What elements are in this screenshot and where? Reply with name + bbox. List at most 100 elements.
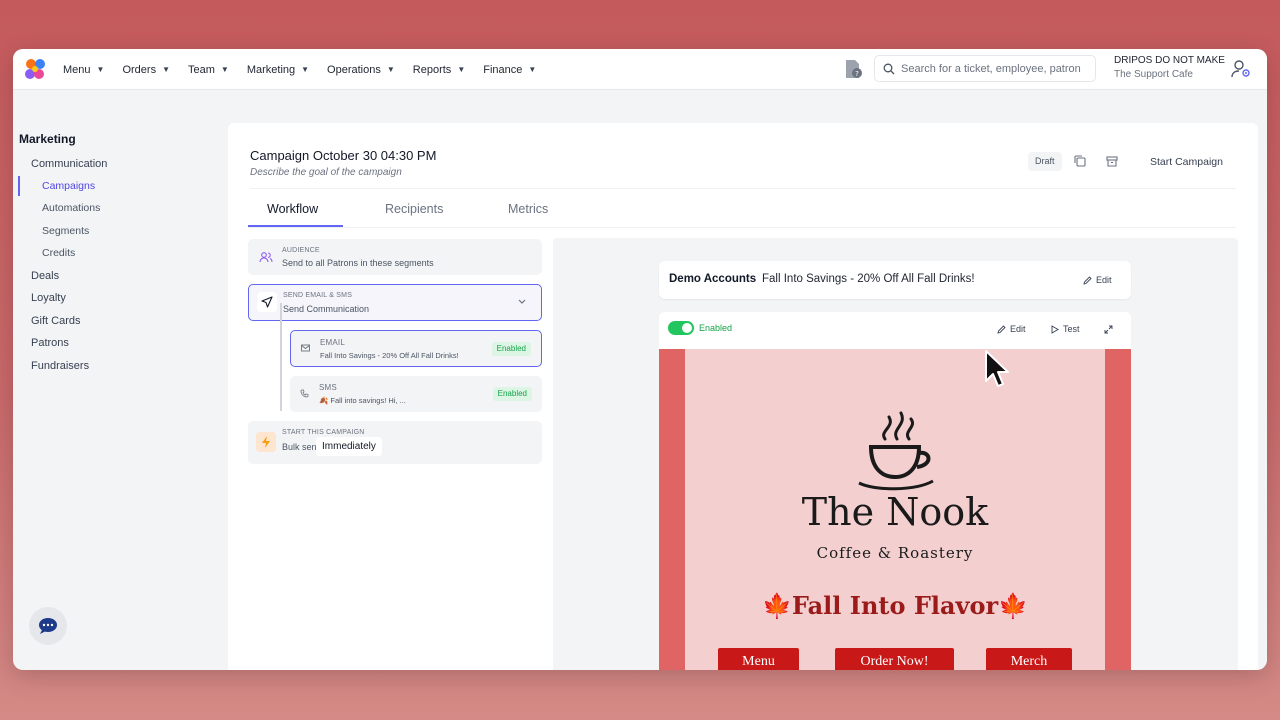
send-value: Send Communication: [283, 304, 370, 314]
sidebar-item-communication[interactable]: Communication: [31, 158, 107, 170]
send-label: SEND EMAIL & SMS: [283, 292, 353, 299]
status-badge: Draft: [1028, 152, 1062, 171]
order-now-cta-button[interactable]: Order Now!: [835, 648, 954, 670]
copy-icon[interactable]: [1073, 154, 1087, 168]
expand-icon[interactable]: [1104, 325, 1113, 334]
sms-label: SMS: [319, 383, 337, 392]
brand-name: The Nook: [801, 490, 989, 534]
chevron-down-icon: ▼: [528, 65, 537, 74]
tabs-divider: [248, 227, 1236, 228]
help-document-icon[interactable]: ?: [842, 58, 864, 80]
email-body-content: The Nook Coffee & Roastery 🍁Fall Into Fl…: [685, 349, 1105, 670]
archive-icon[interactable]: [1105, 154, 1119, 168]
sidebar-item-automations[interactable]: Automations: [42, 202, 100, 214]
lightning-icon: [262, 436, 270, 448]
tab-workflow[interactable]: Workflow: [267, 202, 318, 216]
edit-subject-button[interactable]: Edit: [1083, 275, 1112, 285]
pencil-icon: [1083, 275, 1092, 285]
account-location: The Support Cafe: [1114, 69, 1193, 80]
nav-reports-label: Reports: [412, 63, 452, 76]
nav-menu[interactable]: Menu ▼: [63, 64, 104, 76]
header-divider: [250, 188, 1236, 189]
chat-bubble-icon: [39, 618, 57, 634]
nav-orders[interactable]: Orders ▼: [122, 64, 170, 76]
sms-status-badge: Enabled: [492, 387, 532, 401]
email-content-card: Enabled Edit Test The Nook Coffee & Roas…: [659, 312, 1131, 670]
brand-tagline: Coffee & Roastery: [816, 544, 974, 562]
sms-step[interactable]: SMS 🍂 Fall into savings! Hi, ... Enabled: [290, 376, 542, 412]
user-settings-icon[interactable]: [1230, 58, 1252, 80]
email-enabled-toggle[interactable]: [668, 321, 694, 335]
start-campaign-step[interactable]: START THIS CAMPAIGN Bulk send at: [248, 421, 542, 464]
chevron-down-icon[interactable]: [517, 298, 527, 306]
campaign-description[interactable]: Describe the goal of the campaign: [250, 167, 402, 178]
nav-team-label: Team: [188, 63, 215, 76]
nav-marketing[interactable]: Marketing ▼: [247, 64, 309, 76]
sidebar-active-indicator: [18, 176, 20, 196]
start-campaign-button[interactable]: Start Campaign: [1150, 156, 1223, 168]
phone-icon: [300, 389, 309, 398]
edit-email-label: Edit: [1010, 324, 1026, 334]
search-input[interactable]: [901, 62, 1081, 75]
pencil-icon: [997, 324, 1006, 334]
sidebar-item-loyalty[interactable]: Loyalty: [31, 292, 66, 304]
audience-icon-wrap: [256, 247, 276, 267]
nav-orders-label: Orders: [122, 63, 157, 76]
tab-recipients[interactable]: Recipients: [385, 202, 443, 216]
sms-preview: 🍂 Fall into savings! Hi, ...: [319, 396, 406, 405]
step-connector: [280, 303, 282, 411]
nav-reports[interactable]: Reports ▼: [413, 64, 465, 76]
top-nav-bar: Menu ▼ Orders ▼ Team ▼ Marketing ▼ Operation…: [13, 49, 1267, 90]
app-window: Menu ▼ Orders ▼ Team ▼ Marketing ▼ Operation…: [13, 49, 1267, 670]
sidebar-item-credits[interactable]: Credits: [42, 247, 75, 259]
test-email-button[interactable]: Test: [1051, 324, 1080, 334]
preview-account: Demo Accounts: [669, 273, 757, 285]
preview-subject: Fall Into Savings - 20% Off All Fall Dri…: [762, 273, 975, 285]
nav-marketing-label: Marketing: [246, 63, 296, 76]
send-communication-step[interactable]: SEND EMAIL & SMS Send Communication: [248, 284, 542, 321]
send-timing-select[interactable]: Immediately: [316, 437, 382, 456]
support-chat-button[interactable]: [29, 607, 67, 645]
campaign-panel: Campaign October 30 04:30 PM Describe th…: [228, 123, 1258, 670]
nav-finance[interactable]: Finance ▼: [483, 64, 536, 76]
sidebar-item-patrons[interactable]: Patrons: [31, 337, 69, 349]
test-email-label: Test: [1063, 324, 1080, 334]
edit-email-button[interactable]: Edit: [997, 324, 1026, 334]
account-name: DRIPOS DO NOT MAKE: [1114, 55, 1225, 66]
campaign-title[interactable]: Campaign October 30 04:30 PM: [250, 148, 436, 163]
mail-icon: [301, 344, 310, 352]
dripos-logo-icon[interactable]: [23, 57, 47, 81]
sidebar-item-campaigns[interactable]: Campaigns: [42, 180, 95, 192]
sidebar: Marketing Communication Campaigns Automa…: [13, 90, 223, 670]
chevron-down-icon: ▼: [220, 65, 229, 74]
sidebar-title: Marketing: [19, 132, 76, 146]
chevron-down-icon: ▼: [386, 65, 395, 74]
sidebar-item-deals[interactable]: Deals: [31, 270, 59, 282]
sidebar-item-segments[interactable]: Segments: [42, 225, 89, 237]
start-label: START THIS CAMPAIGN: [282, 429, 365, 436]
nav-operations[interactable]: Operations ▼: [327, 64, 395, 76]
mouse-pointer-icon: [985, 350, 1009, 387]
search-icon: [883, 63, 895, 74]
account-info[interactable]: DRIPOS DO NOT MAKE The Support Cafe: [1114, 55, 1225, 80]
email-headline: 🍁Fall Into Flavor🍁: [761, 591, 1029, 620]
email-step[interactable]: EMAIL Fall Into Savings - 20% Off All Fa…: [290, 330, 542, 367]
menu-cta-button[interactable]: Menu: [718, 648, 799, 670]
audience-step[interactable]: AUDIENCE Send to all Patrons in these se…: [248, 239, 542, 275]
search-box[interactable]: [874, 55, 1096, 82]
sidebar-item-fundraisers[interactable]: Fundraisers: [31, 360, 89, 372]
send-icon-wrap: [257, 292, 277, 312]
email-subject: Fall Into Savings - 20% Off All Fall Dri…: [320, 351, 459, 360]
start-icon-wrap: [256, 432, 276, 452]
nav-finance-label: Finance: [483, 63, 523, 76]
audience-value: Send to all Patrons in these segments: [282, 258, 434, 268]
send-paper-plane-icon: [261, 296, 273, 308]
toggle-label: Enabled: [699, 323, 733, 333]
sidebar-item-gift-cards[interactable]: Gift Cards: [31, 315, 81, 327]
coffee-cup-logo-icon: [858, 411, 934, 491]
nav-team[interactable]: Team ▼: [188, 64, 229, 76]
nav-operations-label: Operations: [327, 63, 381, 76]
nav-menu-label: Menu: [63, 63, 91, 76]
tab-metrics[interactable]: Metrics: [508, 202, 548, 216]
merch-cta-button[interactable]: Merch: [986, 648, 1072, 670]
